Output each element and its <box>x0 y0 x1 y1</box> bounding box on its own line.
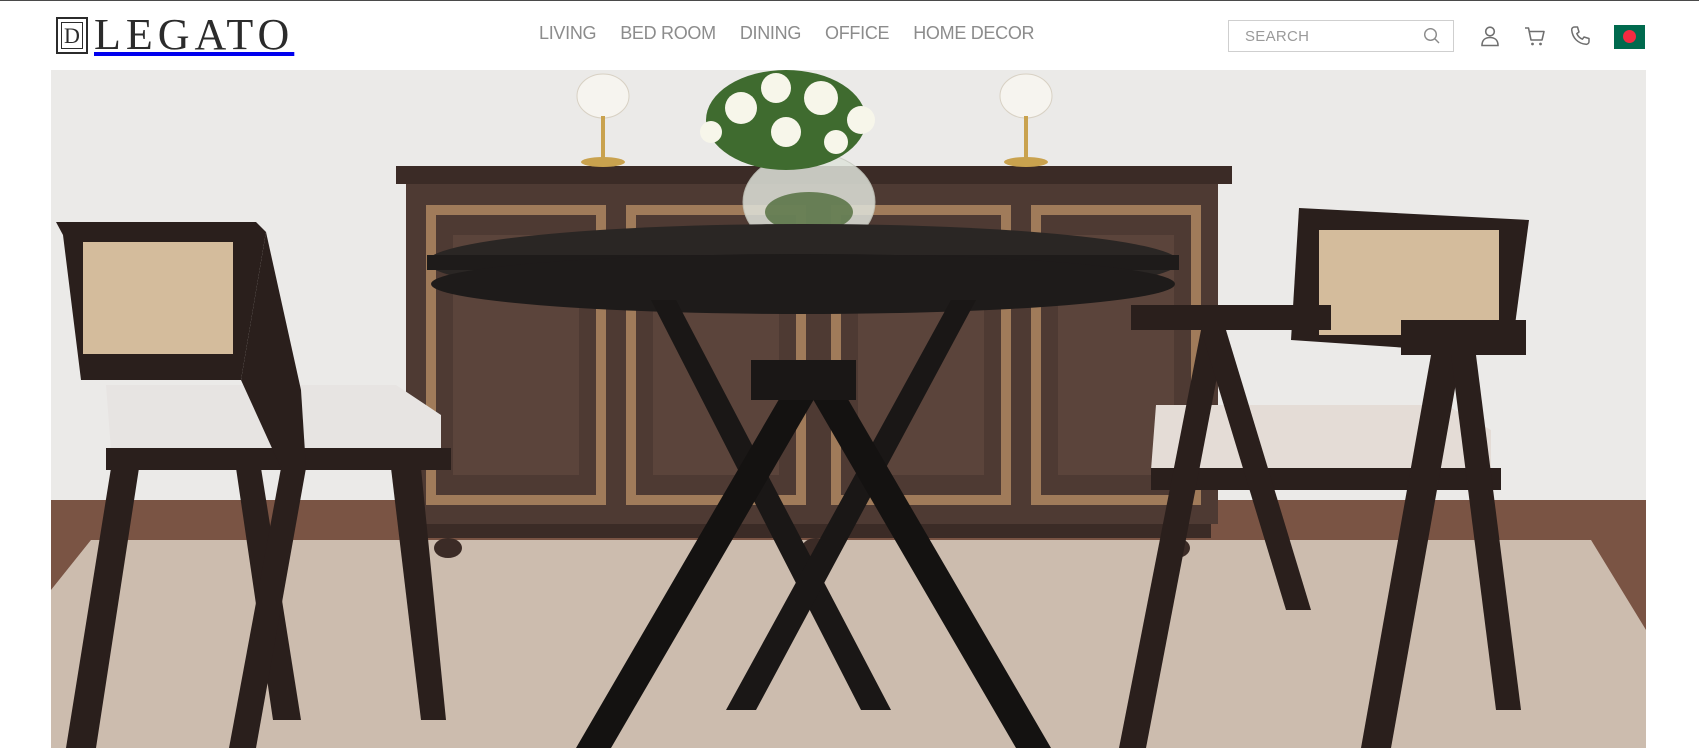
search-icon[interactable] <box>1423 27 1441 50</box>
nav-item-living[interactable]: LIVING <box>539 23 597 44</box>
nav-item-bed-room[interactable]: BED ROOM <box>620 23 716 44</box>
nav-item-office[interactable]: OFFICE <box>825 23 890 44</box>
search-input[interactable] <box>1245 22 1425 50</box>
brand-logo[interactable]: D LEGATO <box>56 10 295 59</box>
phone-icon[interactable] <box>1568 24 1592 48</box>
main-nav: LIVING BED ROOM DINING OFFICE HOME DECOR <box>539 23 1058 44</box>
nav-item-dining[interactable]: DINING <box>740 23 802 44</box>
site-header: D LEGATO LIVING BED ROOM DINING OFFICE H… <box>0 1 1699 69</box>
logo-monogram: D <box>56 16 88 54</box>
logo-text: LEGATO <box>94 10 295 59</box>
search-box <box>1228 20 1454 52</box>
hero-image <box>51 70 1646 748</box>
nav-item-home-decor[interactable]: HOME DECOR <box>913 23 1034 44</box>
dining-room-illustration <box>51 70 1646 748</box>
cart-icon[interactable] <box>1523 24 1547 48</box>
user-icon[interactable] <box>1478 24 1502 48</box>
bangladesh-flag-icon[interactable] <box>1614 25 1645 49</box>
